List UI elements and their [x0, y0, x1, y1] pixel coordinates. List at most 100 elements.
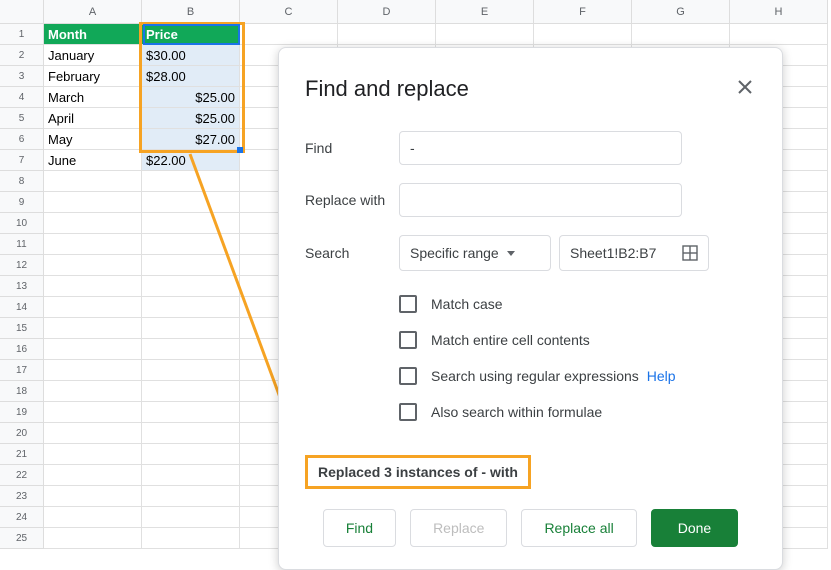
cell[interactable] — [44, 234, 142, 255]
cell[interactable]: March — [44, 87, 142, 108]
cell[interactable] — [142, 444, 240, 465]
formulae-checkbox[interactable] — [399, 403, 417, 421]
cell[interactable] — [142, 171, 240, 192]
row-header[interactable]: 23 — [0, 486, 44, 507]
row-header[interactable]: 8 — [0, 171, 44, 192]
cell[interactable] — [44, 339, 142, 360]
cell[interactable] — [44, 465, 142, 486]
row-header[interactable]: 18 — [0, 381, 44, 402]
cell[interactable] — [44, 192, 142, 213]
cell[interactable] — [730, 24, 828, 45]
cell[interactable]: February — [44, 66, 142, 87]
cell[interactable] — [142, 528, 240, 549]
search-scope-dropdown[interactable]: Specific range — [399, 235, 551, 271]
cell[interactable] — [142, 507, 240, 528]
cell[interactable] — [44, 423, 142, 444]
cell[interactable] — [142, 360, 240, 381]
row-header[interactable]: 2 — [0, 45, 44, 66]
row-header[interactable]: 14 — [0, 297, 44, 318]
cell[interactable] — [142, 402, 240, 423]
cell[interactable] — [44, 255, 142, 276]
row-header[interactable]: 22 — [0, 465, 44, 486]
search-range-field[interactable]: Sheet1!B2:B7 — [559, 235, 709, 271]
cell[interactable]: $30.00 — [142, 45, 240, 66]
cell[interactable]: May — [44, 129, 142, 150]
row-header[interactable]: 16 — [0, 339, 44, 360]
cell[interactable] — [44, 360, 142, 381]
cell[interactable] — [44, 507, 142, 528]
cell[interactable] — [44, 444, 142, 465]
row-header[interactable]: 21 — [0, 444, 44, 465]
row-header[interactable]: 11 — [0, 234, 44, 255]
cell[interactable] — [142, 318, 240, 339]
replace-input[interactable] — [399, 183, 682, 217]
cell[interactable] — [142, 486, 240, 507]
match-case-checkbox[interactable] — [399, 295, 417, 313]
cell[interactable] — [44, 276, 142, 297]
help-link[interactable]: Help — [647, 368, 676, 384]
cell[interactable] — [44, 318, 142, 339]
done-button[interactable]: Done — [651, 509, 738, 547]
cell[interactable] — [142, 297, 240, 318]
column-header[interactable]: H — [730, 0, 828, 24]
find-button[interactable]: Find — [323, 509, 396, 547]
replace-button[interactable]: Replace — [410, 509, 507, 547]
cell[interactable] — [44, 213, 142, 234]
close-icon[interactable] — [734, 74, 756, 103]
regex-checkbox[interactable] — [399, 367, 417, 385]
replace-all-button[interactable]: Replace all — [521, 509, 636, 547]
row-header[interactable]: 13 — [0, 276, 44, 297]
row-header[interactable]: 3 — [0, 66, 44, 87]
cell[interactable] — [142, 465, 240, 486]
cell[interactable] — [142, 192, 240, 213]
column-header[interactable]: E — [436, 0, 534, 24]
row-header[interactable]: 19 — [0, 402, 44, 423]
row-header[interactable]: 25 — [0, 528, 44, 549]
column-header[interactable]: A — [44, 0, 142, 24]
cell[interactable]: $25.00 — [142, 108, 240, 129]
row-header[interactable]: 7 — [0, 150, 44, 171]
row-header[interactable]: 6 — [0, 129, 44, 150]
cell[interactable]: $28.00 — [142, 66, 240, 87]
cell[interactable] — [44, 171, 142, 192]
cell[interactable] — [142, 381, 240, 402]
column-header[interactable]: G — [632, 0, 730, 24]
row-header[interactable]: 4 — [0, 87, 44, 108]
column-header[interactable]: C — [240, 0, 338, 24]
cell[interactable] — [44, 486, 142, 507]
cell[interactable] — [338, 24, 436, 45]
cell[interactable] — [436, 24, 534, 45]
row-header[interactable]: 15 — [0, 318, 44, 339]
cell[interactable] — [142, 276, 240, 297]
select-all-corner[interactable] — [0, 0, 44, 24]
column-header[interactable]: F — [534, 0, 632, 24]
row-header[interactable]: 12 — [0, 255, 44, 276]
match-cell-checkbox[interactable] — [399, 331, 417, 349]
cell[interactable]: Month — [44, 24, 142, 45]
row-header[interactable]: 9 — [0, 192, 44, 213]
cell[interactable] — [44, 402, 142, 423]
row-header[interactable]: 17 — [0, 360, 44, 381]
cell[interactable]: January — [44, 45, 142, 66]
row-header[interactable]: 5 — [0, 108, 44, 129]
cell[interactable]: June — [44, 150, 142, 171]
cell[interactable] — [240, 24, 338, 45]
cell[interactable] — [142, 234, 240, 255]
row-header[interactable]: 20 — [0, 423, 44, 444]
cell[interactable]: April — [44, 108, 142, 129]
column-header[interactable]: D — [338, 0, 436, 24]
row-header[interactable]: 24 — [0, 507, 44, 528]
cell[interactable]: Price — [142, 24, 240, 45]
cell[interactable] — [142, 423, 240, 444]
cell[interactable] — [534, 24, 632, 45]
cell[interactable] — [44, 528, 142, 549]
column-header[interactable]: B — [142, 0, 240, 24]
cell[interactable]: $27.00 — [142, 129, 240, 150]
find-input[interactable] — [399, 131, 682, 165]
cell[interactable] — [142, 339, 240, 360]
row-header[interactable]: 10 — [0, 213, 44, 234]
range-grid-icon[interactable] — [682, 245, 698, 261]
cell[interactable]: $25.00 — [142, 87, 240, 108]
cell[interactable]: $22.00 — [142, 150, 240, 171]
cell[interactable] — [44, 381, 142, 402]
